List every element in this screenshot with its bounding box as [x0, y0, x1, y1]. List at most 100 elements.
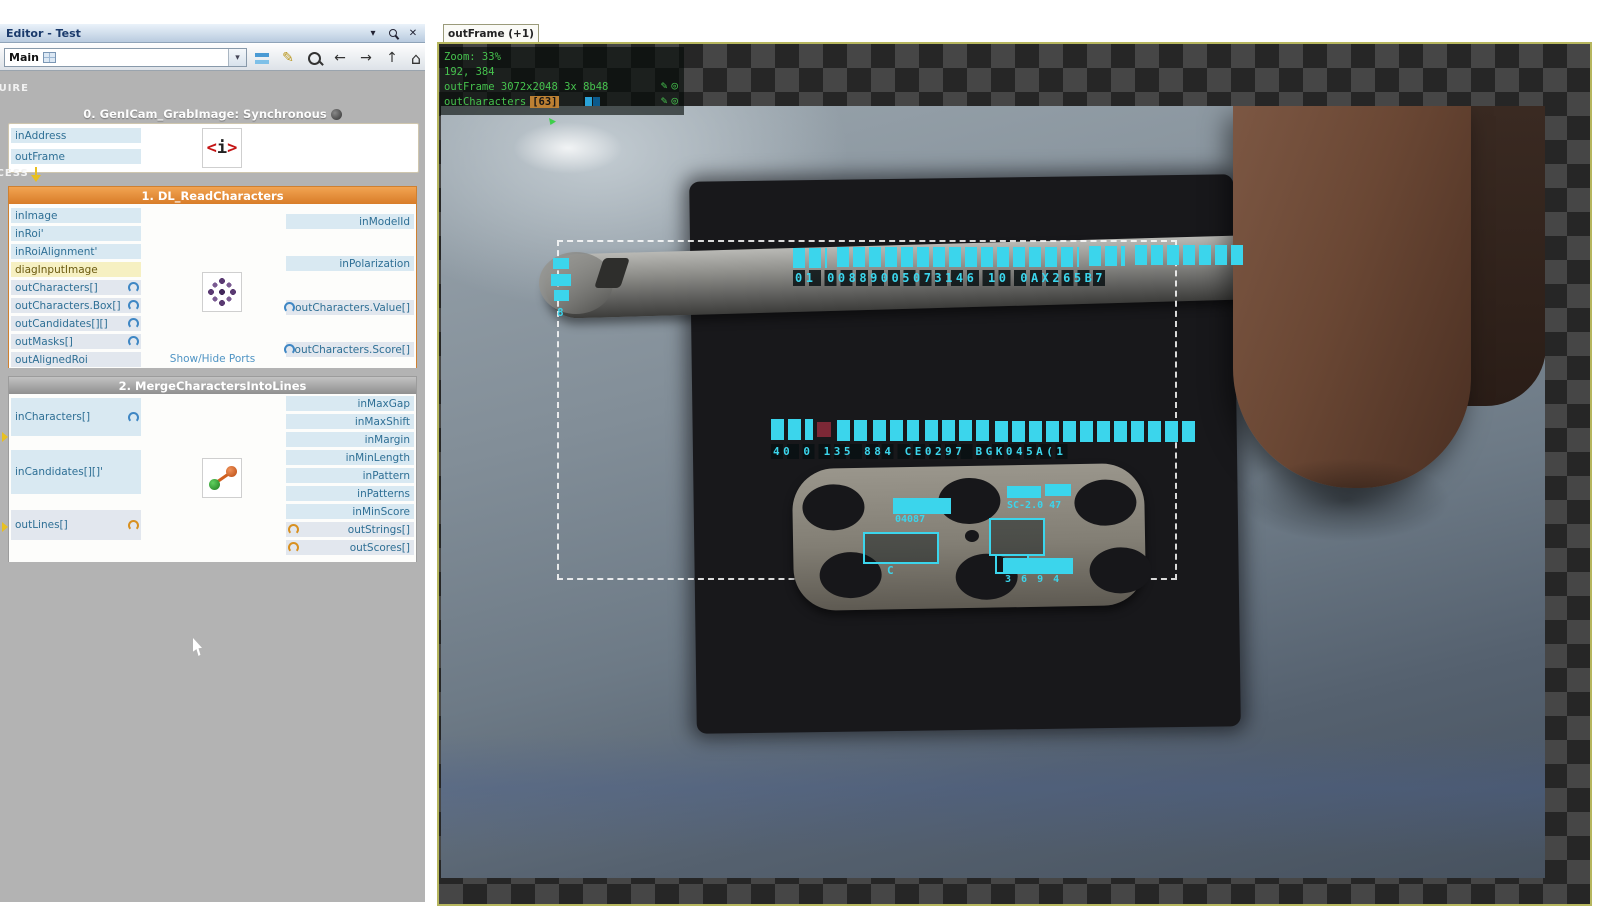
ocr-chip-group — [1135, 245, 1247, 265]
port-inMaxGap[interactable]: inMaxGap — [286, 396, 414, 411]
port-inRoiAlignment[interactable]: inRoiAlignment' — [11, 244, 141, 259]
pin-icon[interactable] — [385, 26, 401, 40]
search-icon — [308, 52, 321, 65]
ocr-chip — [1045, 484, 1071, 496]
layer-toggle-icon[interactable] — [585, 97, 592, 106]
port-inCandidates[interactable]: inCandidates[][]' — [11, 450, 141, 494]
edit-overlay-icon[interactable]: ✎ — [661, 94, 668, 107]
connection-arc-icon — [288, 524, 299, 535]
ocr-chip-group — [925, 420, 989, 441]
block1-header[interactable]: 1. DL_ReadCharacters — [9, 187, 416, 204]
preview-tab-outframe[interactable]: outFrame (+1) — [443, 24, 539, 43]
port-inImage[interactable]: inImage — [11, 208, 141, 223]
connection-arc-icon — [128, 520, 139, 531]
view-info-overlay: Zoom: 33% 192, 384 outFrame 3072x2048 3x… — [440, 47, 684, 115]
connection-arc-icon — [284, 302, 295, 313]
ocr-chip-group — [995, 421, 1197, 442]
program-selector-dropdown[interactable]: ▾ — [228, 49, 246, 66]
connection-arc-icon — [128, 336, 139, 347]
port-inMinLength[interactable]: inMinLength — [286, 450, 414, 465]
close-icon[interactable]: ✕ — [405, 26, 421, 40]
edit-button[interactable]: ✎ — [276, 48, 300, 68]
ocr-chip-group — [1089, 246, 1125, 266]
blue-reflection-band — [441, 734, 1545, 854]
ocr-region-box — [989, 518, 1045, 556]
finger — [1233, 106, 1471, 488]
ocr-plate-left-text: 04087 — [895, 514, 925, 525]
connection-arc-icon — [284, 344, 295, 355]
gear-icon — [331, 109, 342, 120]
pencil-icon: ✎ — [282, 50, 294, 66]
back-arrow-icon: ← — [334, 50, 346, 66]
home-button[interactable]: ⌂ — [404, 48, 428, 68]
block0-header[interactable]: 0. GenICam_GrabImage: Synchronous — [8, 107, 417, 121]
zoom-readout: Zoom: 33% — [444, 49, 680, 64]
ocr-chip — [1003, 558, 1073, 574]
block2-mergecharactersintolines[interactable]: 2. MergeCharactersIntoLines inCharacters… — [8, 376, 417, 562]
port-outLines[interactable]: outLines[] — [11, 510, 141, 540]
port-outCandidates[interactable]: outCandidates[][] — [11, 316, 141, 331]
finger-shadow — [1241, 458, 1451, 542]
section-acquire-label: ACQUIRE — [0, 83, 29, 94]
program-selector[interactable]: Main ▾ — [4, 48, 247, 67]
connection-arc-icon — [128, 300, 139, 311]
forward-arrow-icon: → — [360, 50, 372, 66]
light-glare — [513, 122, 623, 174]
port-inAddress[interactable]: inAddress — [11, 128, 141, 143]
port-outFrame[interactable]: outFrame — [11, 149, 141, 164]
block2-header[interactable]: 2. MergeCharactersIntoLines — [9, 377, 416, 394]
section-process-label: PROCESS — [0, 168, 29, 179]
block0-genicam-grabimage[interactable]: inAddress outFrame <i> — [8, 123, 419, 173]
ocr-chip-group — [873, 420, 919, 441]
ocr-chip — [554, 290, 569, 301]
port-inPatterns[interactable]: inPatterns — [286, 486, 414, 501]
port-diagInputImage[interactable]: diagInputImage — [11, 262, 141, 277]
port-inCharacters[interactable]: inCharacters[] — [11, 398, 141, 436]
port-outStrings[interactable]: outStrings[] — [286, 522, 414, 537]
connection-stub-icon — [2, 522, 8, 532]
port-outCharactersBox[interactable]: outCharacters.Box[] — [11, 298, 141, 313]
panel-menu-caret-icon[interactable]: ▾ — [365, 26, 381, 40]
home-icon: ⌂ — [411, 49, 421, 68]
ocr-chip — [551, 274, 571, 286]
port-outCharactersScore[interactable]: outCharacters.Score[] — [286, 342, 414, 357]
ocr-chip-group — [793, 248, 827, 268]
port-inPattern[interactable]: inPattern — [286, 468, 414, 483]
ocr-chip — [1007, 486, 1041, 498]
edit-overlay-icon[interactable]: ✎ — [661, 79, 668, 92]
port-outAlignedRoi[interactable]: outAlignedRoi — [11, 352, 141, 367]
editor-title-bar: Editor - Test ▾ ✕ — [0, 24, 425, 43]
program-editor-canvas[interactable]: ACQUIRE 0. GenICam_GrabImage: Synchronou… — [0, 71, 425, 902]
port-outScores[interactable]: outScores[] — [286, 540, 414, 555]
layout-toggle-button[interactable] — [250, 48, 274, 68]
program-selector-value: Main — [9, 51, 39, 64]
port-inPolarization[interactable]: inPolarization — [286, 256, 414, 271]
visibility-target-icon[interactable]: ◎ — [671, 94, 678, 107]
port-inMargin[interactable]: inMargin — [286, 432, 414, 447]
port-outCharacters[interactable]: outCharacters[] — [11, 280, 141, 295]
up-arrow-icon: ↑ — [386, 50, 398, 66]
port-inMinScore[interactable]: inMinScore — [286, 504, 414, 519]
port-inModelId[interactable]: inModelId — [286, 214, 414, 229]
back-button[interactable]: ← — [328, 48, 352, 68]
ocr-chip-group — [837, 247, 1079, 267]
ocr-char: 8 — [557, 306, 564, 319]
mouse-cursor — [193, 638, 205, 656]
show-hide-ports-link[interactable]: Show/Hide Ports — [170, 353, 255, 365]
image-preview-view[interactable]: 01 00889005073146 10 0AX265B7 8 40 0 135… — [437, 42, 1592, 906]
visibility-target-icon[interactable]: ◎ — [671, 79, 678, 92]
camera-frame-image: 01 00889005073146 10 0AX265B7 8 40 0 135… — [441, 106, 1545, 878]
forward-button[interactable]: → — [354, 48, 378, 68]
ocr-plate-right-text: SC-2.0 47 — [1007, 500, 1061, 511]
ocr-plate-left-char: C — [887, 564, 894, 577]
ocr-plate-bottom-text: 3 6 9 4 — [1005, 574, 1061, 585]
port-inRoi[interactable]: inRoi' — [11, 226, 141, 241]
port-outMasks[interactable]: outMasks[] — [11, 334, 141, 349]
search-button[interactable] — [302, 48, 326, 68]
up-button[interactable]: ↑ — [380, 48, 404, 68]
port-outCharactersValue[interactable]: outCharacters.Value[] — [286, 300, 414, 315]
port-inMaxShift[interactable]: inMaxShift — [286, 414, 414, 429]
ocr-chip-group — [771, 419, 813, 440]
layout-bars-icon — [255, 53, 269, 64]
block1-dl-readcharacters[interactable]: 1. DL_ReadCharacters inImage inRoi' inRo… — [8, 186, 417, 368]
